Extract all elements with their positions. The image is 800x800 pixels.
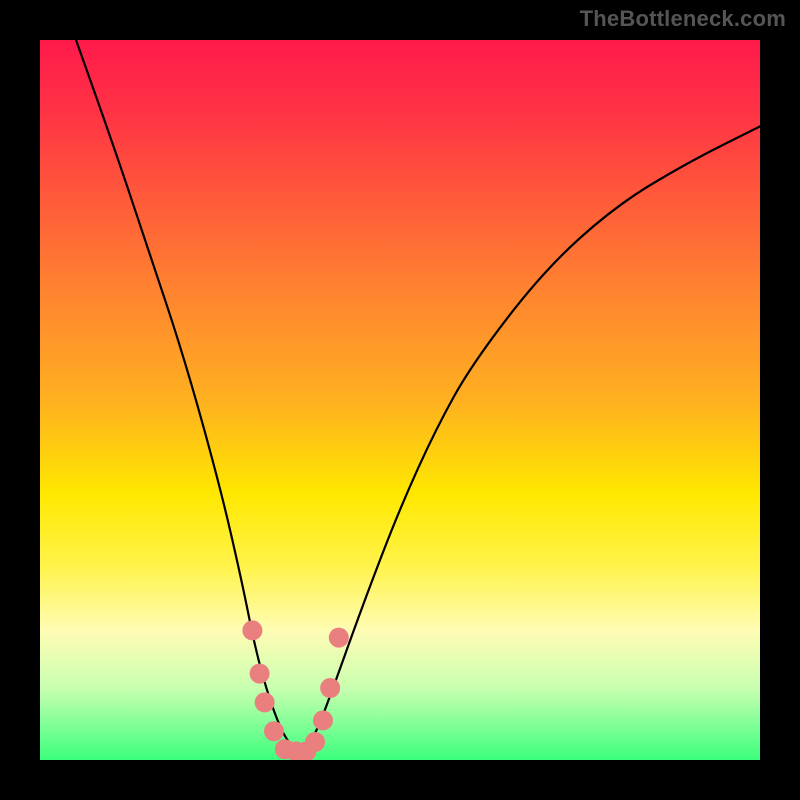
plot-area: [40, 40, 760, 760]
bottleneck-curve: [76, 40, 760, 749]
highlight-marker: [264, 721, 284, 741]
highlight-marker: [305, 732, 325, 752]
watermark-text: TheBottleneck.com: [580, 6, 786, 32]
highlight-marker: [320, 678, 340, 698]
highlight-marker: [242, 620, 262, 640]
marker-group: [242, 620, 348, 760]
chart-frame: TheBottleneck.com: [0, 0, 800, 800]
highlight-marker: [250, 664, 270, 684]
highlight-marker: [255, 692, 275, 712]
curve-layer: [40, 40, 760, 760]
highlight-marker: [313, 710, 333, 730]
highlight-marker: [329, 628, 349, 648]
